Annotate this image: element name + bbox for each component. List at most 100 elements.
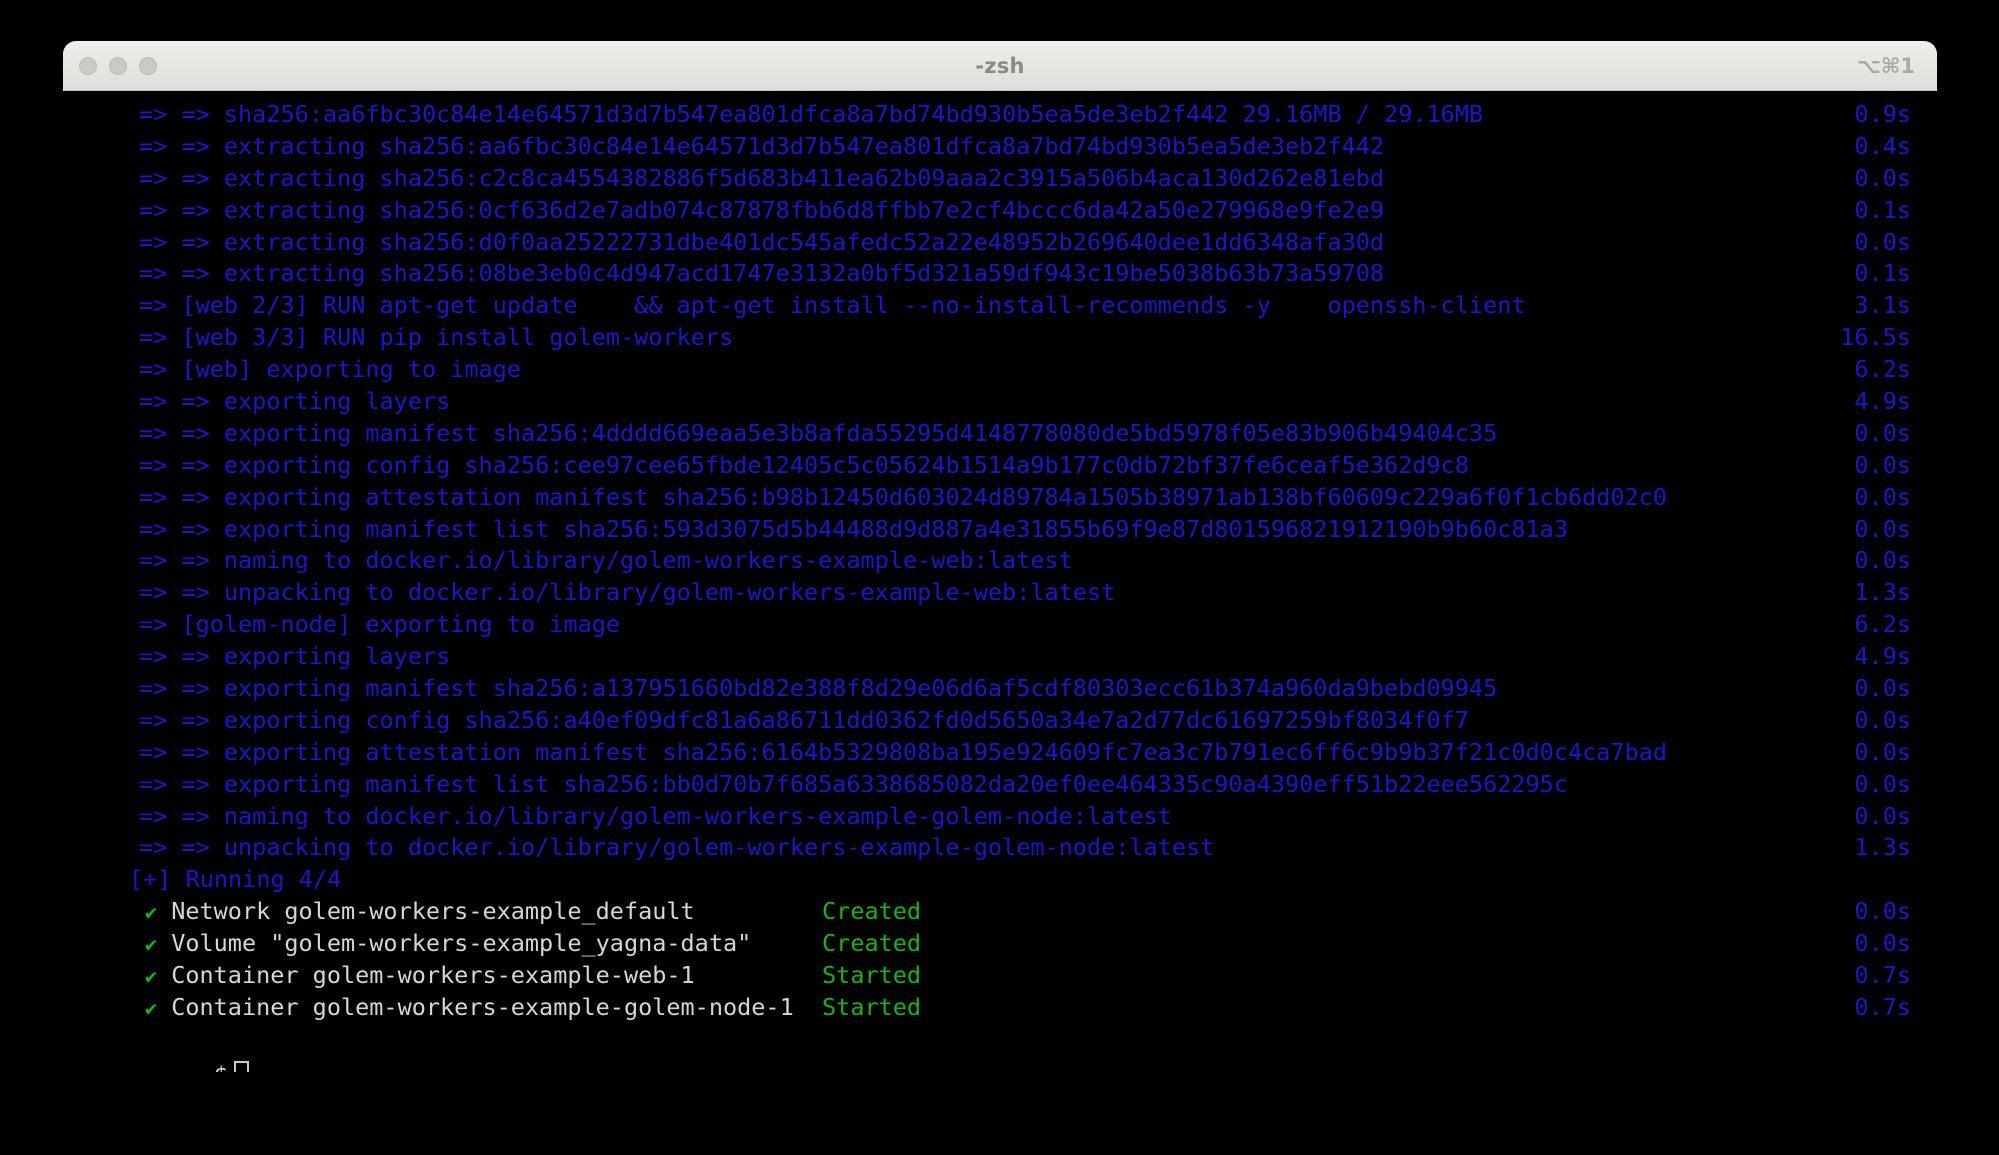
build-log-text: => => exporting layers xyxy=(139,387,451,416)
check-icon: ✔ xyxy=(145,932,158,957)
build-log-duration: 0.0s xyxy=(1854,705,1911,734)
build-log-duration: 0.0s xyxy=(1854,546,1911,575)
build-log-line: => => naming to docker.io/library/golem-… xyxy=(63,801,1937,833)
build-log-line: => => exporting manifest list sha256:593… xyxy=(63,514,1937,546)
build-log-text: => => extracting sha256:d0f0aa25222731db… xyxy=(139,227,1385,256)
build-log-line: => [golem-node] exporting to image 6.2s xyxy=(63,609,1937,641)
build-log-text: => => extracting sha256:08be3eb0c4d947ac… xyxy=(139,259,1385,288)
build-log-duration: 4.9s xyxy=(1854,642,1911,671)
resource-status: Created xyxy=(822,897,922,926)
docker-build-output: => => sha256:aa6fbc30c84e14e64571d3d7b54… xyxy=(63,99,1937,864)
build-log-duration: 1.3s xyxy=(1854,833,1911,862)
build-log-text: => => extracting sha256:0cf636d2e7adb074… xyxy=(139,195,1385,224)
resource-name: Volume "golem-workers-example_yagna-data… xyxy=(171,929,752,958)
build-log-text: => => exporting attestation manifest sha… xyxy=(139,482,1668,511)
resource-name: Container golem-workers-example-golem-no… xyxy=(171,992,794,1021)
check-icon: ✔ xyxy=(145,964,158,989)
build-log-text: => => exporting manifest sha256:a1379516… xyxy=(139,674,1498,703)
build-log-text: => => exporting manifest sha256:4dddd669… xyxy=(139,418,1498,447)
build-log-line: => => extracting sha256:d0f0aa25222731db… xyxy=(63,227,1937,259)
build-log-line: => => exporting manifest sha256:4dddd669… xyxy=(63,418,1937,450)
build-log-text: => => sha256:aa6fbc30c84e14e64571d3d7b54… xyxy=(139,100,1484,128)
build-log-text: => => extracting sha256:c2c8ca4554382886… xyxy=(139,163,1385,192)
build-log-text: => => exporting layers xyxy=(139,642,451,671)
resource-spacer xyxy=(695,897,822,925)
build-log-duration: 0.0s xyxy=(1854,674,1911,703)
build-log-duration: 1.3s xyxy=(1854,578,1911,607)
zoom-button-icon[interactable] xyxy=(139,57,157,75)
shell-prompt[interactable]: $ xyxy=(63,1024,1937,1072)
build-log-text: => => naming to docker.io/library/golem-… xyxy=(139,546,1073,575)
docker-compose-running-output: [+] Running 4/4 ✔ Network golem-workers-e… xyxy=(63,864,1937,1023)
build-log-line: => => exporting manifest list sha256:bb0… xyxy=(63,769,1937,801)
build-log-duration: 0.0s xyxy=(1854,482,1911,511)
build-log-duration: 0.4s xyxy=(1854,131,1911,160)
compose-resource-row: ✔ Network golem-workers-example_default … xyxy=(63,896,1937,928)
build-log-line: => => extracting sha256:0cf636d2e7adb074… xyxy=(63,195,1937,227)
running-header-line: [+] Running 4/4 xyxy=(63,864,1937,896)
build-log-duration: 6.2s xyxy=(1854,355,1911,384)
build-log-line: => => exporting config sha256:cee97cee65… xyxy=(63,450,1937,482)
resource-spacer xyxy=(695,961,822,989)
build-log-text: => => exporting attestation manifest sha… xyxy=(139,737,1668,766)
build-log-text: => => exporting config sha256:a40ef09dfc… xyxy=(139,705,1469,734)
resource-name: Network golem-workers-example_default xyxy=(171,897,695,926)
build-log-line: => => sha256:aa6fbc30c84e14e64571d3d7b54… xyxy=(63,99,1937,131)
traffic-light-group xyxy=(79,41,157,91)
build-log-line: => => exporting attestation manifest sha… xyxy=(63,482,1937,514)
build-log-text: => [web 3/3] RUN pip install golem-worke… xyxy=(139,323,734,352)
build-log-duration: 0.0s xyxy=(1854,737,1911,766)
build-log-line: => => extracting sha256:c2c8ca4554382886… xyxy=(63,163,1937,195)
build-log-duration: 16.5s xyxy=(1840,323,1911,352)
build-log-line: => [web 2/3] RUN apt-get update && apt-g… xyxy=(63,290,1937,322)
build-log-line: => => naming to docker.io/library/golem-… xyxy=(63,545,1937,577)
build-log-text: => => exporting config sha256:cee97cee65… xyxy=(139,450,1469,479)
build-log-text: => [golem-node] exporting to image xyxy=(139,610,621,639)
build-log-text: => => exporting manifest list sha256:593… xyxy=(139,514,1568,543)
build-log-line: => => extracting sha256:aa6fbc30c84e14e6… xyxy=(63,131,1937,163)
build-log-duration: 0.0s xyxy=(1854,418,1911,447)
check-icon: ✔ xyxy=(145,900,158,925)
build-log-duration: 0.1s xyxy=(1854,195,1911,224)
close-button-icon[interactable] xyxy=(79,57,97,75)
resource-name: Container golem-workers-example-web-1 xyxy=(171,961,695,990)
build-log-duration: 0.1s xyxy=(1854,259,1911,288)
build-log-duration: 0.0s xyxy=(1854,227,1911,256)
build-log-line: => => exporting attestation manifest sha… xyxy=(63,737,1937,769)
build-log-text: => => exporting manifest list sha256:bb0… xyxy=(139,769,1568,798)
build-log-text: => [web] exporting to image xyxy=(139,355,522,384)
resource-duration: 0.0s xyxy=(1854,929,1911,958)
build-log-line: => => exporting manifest sha256:a1379516… xyxy=(63,673,1937,705)
compose-resource-row: ✔ Container golem-workers-example-web-1 … xyxy=(63,960,1937,992)
resource-status: Started xyxy=(822,961,922,990)
terminal-window[interactable]: -zsh ⌥⌘1 => => sha256:aa6fbc30c84e14e645… xyxy=(63,41,1937,1072)
build-log-text: => => extracting sha256:aa6fbc30c84e14e6… xyxy=(139,131,1385,160)
build-log-duration: 0.0s xyxy=(1854,769,1911,798)
window-shortcut-label: ⌥⌘1 xyxy=(1856,54,1915,78)
window-title-bar[interactable]: -zsh ⌥⌘1 xyxy=(63,41,1937,91)
window-title: -zsh xyxy=(975,53,1025,78)
text-cursor xyxy=(234,1060,250,1072)
build-log-line: => => exporting layers 4.9s xyxy=(63,641,1937,673)
build-log-text: => [web 2/3] RUN apt-get update && apt-g… xyxy=(139,291,1526,320)
build-log-line: => => exporting layers 4.9s xyxy=(63,386,1937,418)
compose-resource-row: ✔ Container golem-workers-example-golem-… xyxy=(63,992,1937,1024)
build-log-duration: 3.1s xyxy=(1854,291,1911,320)
minimize-button-icon[interactable] xyxy=(109,57,127,75)
check-icon: ✔ xyxy=(145,995,158,1020)
build-log-text: => => unpacking to docker.io/library/gol… xyxy=(139,833,1215,862)
build-log-duration: 0.0s xyxy=(1854,801,1911,830)
build-log-duration: 6.2s xyxy=(1854,610,1911,639)
resource-spacer xyxy=(794,993,822,1021)
resource-status: Started xyxy=(822,992,922,1021)
resource-duration: 0.7s xyxy=(1854,961,1911,990)
terminal-output-area[interactable]: => => sha256:aa6fbc30c84e14e64571d3d7b54… xyxy=(63,91,1937,1072)
running-header-text: [+] Running 4/4 xyxy=(129,865,342,894)
build-log-text: => => unpacking to docker.io/library/gol… xyxy=(139,578,1116,607)
resource-duration: 0.7s xyxy=(1854,992,1911,1021)
resource-spacer xyxy=(751,929,822,957)
build-log-line: => => unpacking to docker.io/library/gol… xyxy=(63,832,1937,864)
resource-status: Created xyxy=(822,929,922,958)
build-log-duration: 0.0s xyxy=(1854,514,1911,543)
build-log-duration: 0.9s xyxy=(1854,100,1911,128)
